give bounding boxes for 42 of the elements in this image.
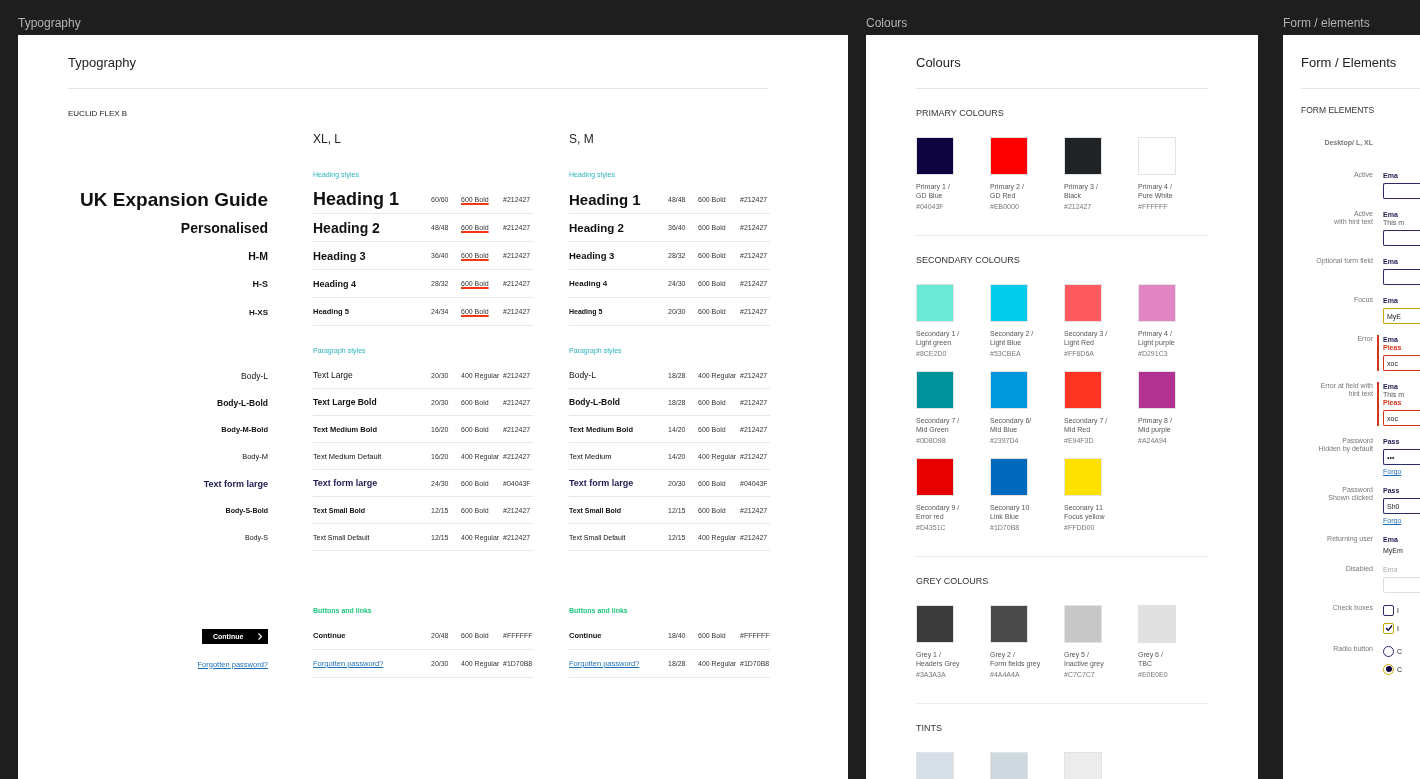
style-name: Body-L-Bold: [569, 397, 621, 407]
style-name: Text Large: [313, 370, 354, 380]
type-sample: UK Expansion Guide: [80, 189, 268, 211]
section-heading: PRIMARY COLOURS: [916, 108, 1005, 118]
style-name: Heading 2: [313, 219, 381, 236]
text-input[interactable]: [1383, 269, 1420, 285]
style-name: Heading 3: [313, 249, 367, 262]
style-name: Text Large Bold: [313, 397, 378, 407]
style-name: Body-L: [569, 370, 597, 380]
checkbox[interactable]: [1383, 604, 1394, 616]
style-name: Heading 3: [569, 250, 616, 261]
page-title: Form / Elements: [1301, 56, 1398, 70]
text-input[interactable]: [1383, 183, 1420, 199]
type-sample: H-M: [248, 250, 268, 262]
frame-label: Colours: [866, 15, 909, 32]
type-sample: Text form large: [203, 478, 268, 489]
style-name: Heading 4: [569, 279, 609, 288]
text-input[interactable]: [1383, 230, 1420, 246]
section-heading: TINTS: [916, 723, 943, 733]
style-name: Text form large: [569, 478, 635, 488]
type-sample: H-S: [252, 279, 268, 289]
checkbox[interactable]: [1383, 622, 1394, 634]
style-name: Text form large: [313, 478, 379, 488]
page-title: Typography: [68, 56, 137, 70]
font-name: EUCLID FLEX B: [68, 109, 129, 119]
section-heading: FORM ELEMENTS: [1301, 105, 1376, 115]
type-sample: H-XS: [248, 307, 268, 317]
page-title: Colours: [916, 56, 962, 70]
frame-label: Typography: [18, 15, 82, 32]
style-name: Heading 1: [313, 189, 401, 210]
type-sample: Body-L-Bold: [217, 397, 268, 408]
section-heading: GREY COLOURS: [916, 576, 990, 586]
style-name: Heading 4: [313, 278, 357, 289]
style-name: Heading 1: [569, 191, 642, 208]
section-heading: SECONDARY COLOURS: [916, 255, 1021, 265]
style-name: Heading 2: [569, 221, 625, 234]
column-heading: S, M: [569, 131, 595, 148]
type-sample: Body-L: [241, 370, 268, 381]
frame-label: Form / elements: [1283, 15, 1371, 32]
type-sample: Personalised: [180, 220, 268, 236]
chevron-icon: [257, 632, 263, 640]
column-heading: XL, L: [313, 131, 343, 148]
